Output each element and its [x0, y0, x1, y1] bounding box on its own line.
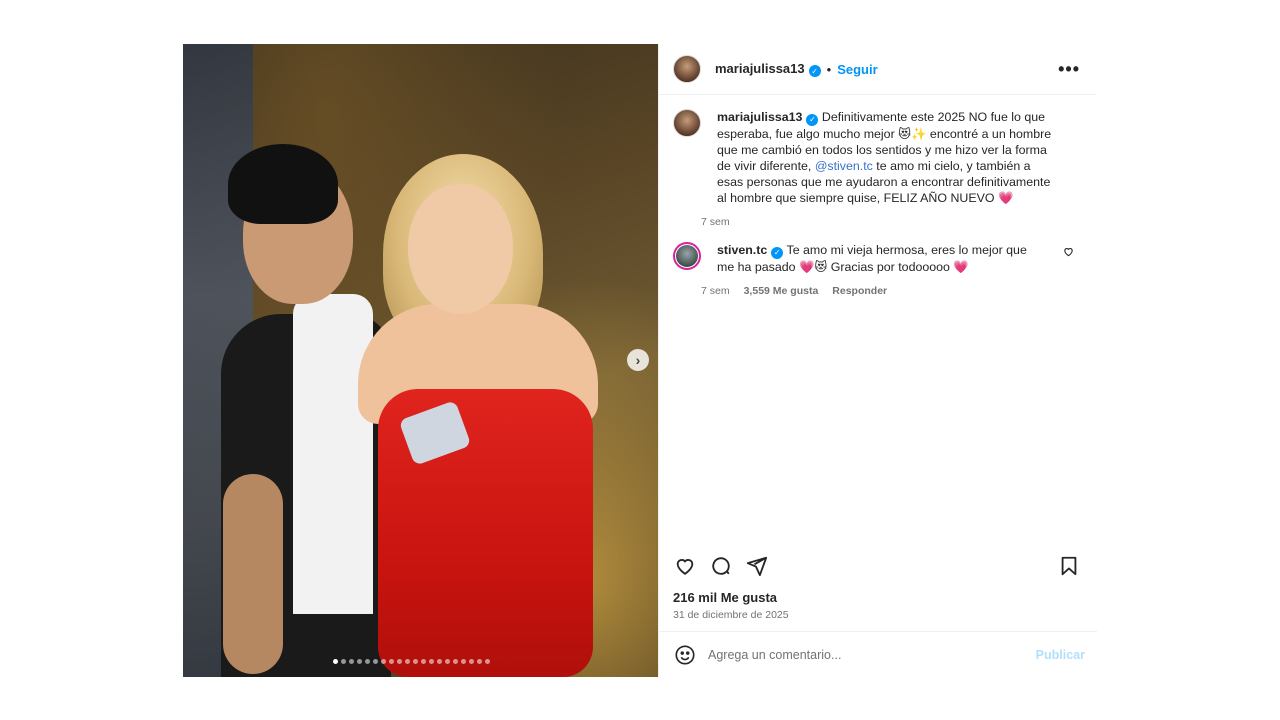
heart-outline-icon[interactable]: [1063, 246, 1074, 260]
follow-button[interactable]: Seguir: [837, 62, 877, 77]
caption-time[interactable]: 7 sem: [701, 216, 730, 228]
carousel-dot: [389, 659, 394, 664]
photo-man-hair: [228, 144, 338, 224]
bookmark-icon[interactable]: [1057, 554, 1081, 578]
add-comment-bar: Publicar: [659, 631, 1097, 677]
header-separator: •: [826, 61, 832, 77]
carousel-dot: [365, 659, 370, 664]
carousel-dot: [421, 659, 426, 664]
caption-text: mariajulissa13 ✓ Definitivamente este 202…: [717, 109, 1057, 206]
comments-section: mariajulissa13 ✓ Definitivamente este 202…: [659, 95, 1096, 297]
carousel-dot: [429, 659, 434, 664]
instagram-post: › mariajulissa13 ✓ • Seguir ••• mariajuli…: [183, 44, 1097, 677]
smiley-icon[interactable]: [673, 643, 697, 667]
post-date[interactable]: 31 de diciembre de 2025: [673, 609, 789, 621]
comment-likes[interactable]: 3,559 Me gusta: [744, 285, 819, 297]
header-username-text[interactable]: mariajulissa13: [715, 61, 805, 76]
photo-woman-face: [408, 184, 513, 314]
carousel-dots: [333, 659, 490, 664]
carousel-dot: [461, 659, 466, 664]
carousel-dot: [373, 659, 378, 664]
caption: mariajulissa13 ✓ Definitivamente este 202…: [673, 109, 1082, 228]
comment-username[interactable]: stiven.tc: [717, 243, 767, 257]
carousel-dot: [477, 659, 482, 664]
carousel-dot: [469, 659, 474, 664]
caption-mention-link[interactable]: @stiven.tc: [815, 159, 873, 173]
verified-badge-icon: ✓: [806, 114, 819, 126]
verified-badge-icon: ✓: [808, 65, 821, 78]
comment-time[interactable]: 7 sem: [701, 285, 730, 297]
carousel-dot: [453, 659, 458, 664]
carousel-dot: [333, 659, 338, 664]
carousel-dot: [437, 659, 442, 664]
more-horizontal-icon[interactable]: •••: [1058, 59, 1080, 80]
carousel-dot: [349, 659, 354, 664]
comment-icon[interactable]: [709, 554, 733, 578]
header-username[interactable]: mariajulissa13 ✓: [715, 61, 821, 78]
verified-badge-icon: ✓: [771, 247, 784, 259]
chevron-right-icon[interactable]: ›: [627, 349, 649, 371]
avatar[interactable]: [673, 55, 701, 83]
photo-man-arm: [223, 474, 283, 674]
carousel-dot: [485, 659, 490, 664]
post-actions: [659, 551, 1097, 581]
send-icon[interactable]: [745, 554, 769, 578]
comment-text: stiven.tc ✓ Te amo mi vieja hermosa, eres…: [717, 242, 1047, 275]
post-header: mariajulissa13 ✓ • Seguir •••: [659, 44, 1096, 95]
carousel-dot: [445, 659, 450, 664]
carousel-dot: [413, 659, 418, 664]
likes-count[interactable]: 216 mil Me gusta: [673, 590, 777, 605]
comment-meta: 7 sem 3,559 Me gusta Responder: [701, 285, 1047, 297]
comment-reply-button[interactable]: Responder: [832, 285, 887, 297]
post-photo[interactable]: ›: [183, 44, 658, 677]
carousel-dot: [357, 659, 362, 664]
carousel-dot: [381, 659, 386, 664]
avatar[interactable]: [673, 242, 701, 270]
carousel-dot: [341, 659, 346, 664]
comment-input[interactable]: [708, 647, 1008, 662]
caption-username[interactable]: mariajulissa13: [717, 110, 802, 124]
carousel-dot: [405, 659, 410, 664]
avatar[interactable]: [673, 109, 701, 137]
heart-outline-icon[interactable]: [673, 554, 697, 578]
carousel-dot: [397, 659, 402, 664]
photo-man-shirt: [293, 294, 373, 614]
caption-meta: 7 sem: [701, 216, 1057, 228]
post-side-panel: mariajulissa13 ✓ • Seguir ••• mariajuliss…: [658, 44, 1097, 677]
comment-item: stiven.tc ✓ Te amo mi vieja hermosa, eres…: [673, 242, 1082, 297]
publish-button[interactable]: Publicar: [1036, 648, 1085, 662]
